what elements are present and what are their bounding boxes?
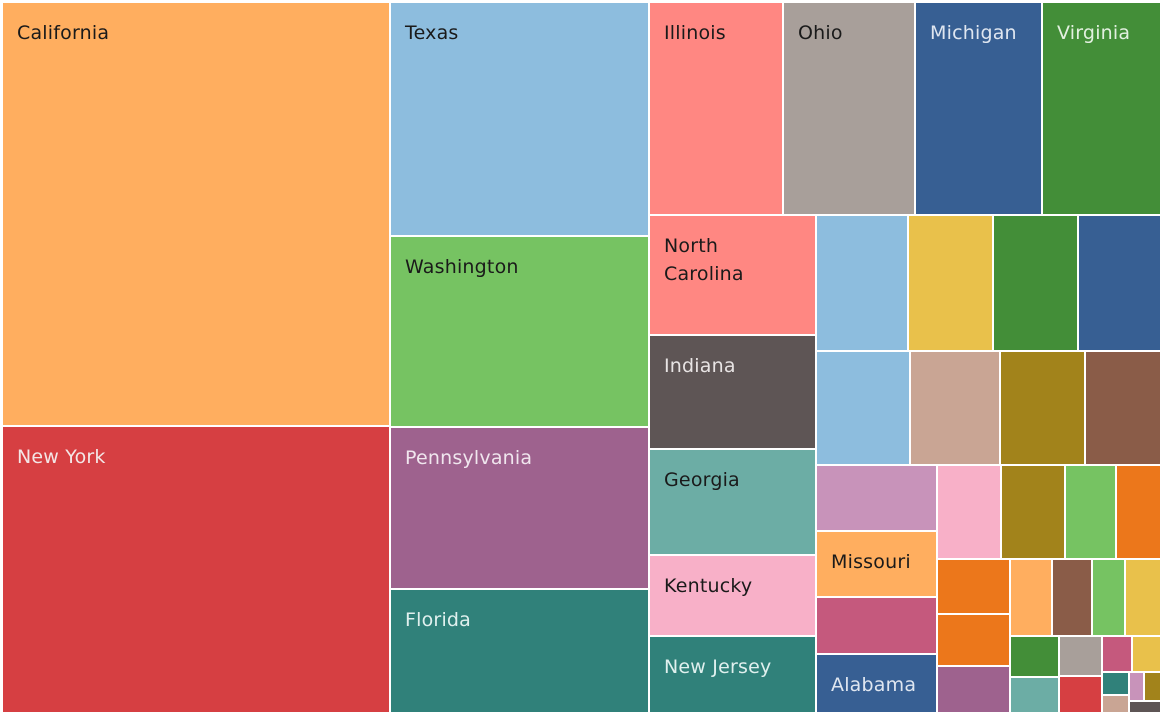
tile-label: Florida [405,609,472,631]
treemap-tile-unlabeled-44[interactable] [1103,673,1128,694]
tile-label: Texas [405,22,459,44]
treemap-tile-virginia[interactable]: Virginia [1043,3,1160,214]
treemap-tile-unlabeled-21[interactable] [1001,352,1084,464]
treemap-tile-unlabeled-37[interactable] [1126,560,1160,635]
tile-label: Kentucky [664,575,753,597]
tile-label: Pennsylvania [405,447,533,469]
treemap-tile-unlabeled-41[interactable] [1060,677,1101,712]
treemap-tile-unlabeled-18[interactable] [1079,216,1160,350]
treemap-tile-unlabeled-31[interactable] [938,560,1009,613]
treemap-tile-ohio[interactable]: Ohio [784,3,914,214]
tile-label: Indiana [664,355,736,377]
treemap-tile-michigan[interactable]: Michigan [916,3,1041,214]
treemap-tile-indiana[interactable]: Indiana [650,336,815,448]
tile-label: Michigan [930,22,1017,44]
tile-label: New York [17,446,106,468]
treemap-tile-unlabeled-30[interactable] [1117,466,1160,558]
tile-label: Virginia [1057,22,1131,44]
tile-label: Washington [405,256,519,278]
treemap-tile-unlabeled-45[interactable] [1103,696,1128,712]
treemap-tile-california[interactable]: California [3,3,389,425]
treemap-tile-unlabeled-15[interactable] [817,216,907,350]
treemap-tile-kentucky[interactable]: Kentucky [650,556,815,635]
treemap-tile-texas[interactable]: Texas [391,3,648,235]
treemap-tile-unlabeled-42[interactable] [1103,637,1131,671]
treemap-tile-georgia[interactable]: Georgia [650,450,815,554]
tile-label: North Carolina [664,235,744,285]
treemap-tile-unlabeled-23[interactable] [817,466,936,530]
treemap-tile-unlabeled-19[interactable] [817,352,909,464]
treemap-tile-new-york[interactable]: New York [3,427,389,712]
treemap-tile-unlabeled-36[interactable] [1093,560,1124,635]
treemap-tile-unlabeled-17[interactable] [994,216,1077,350]
treemap-chart: California New York Texas Washington Pennsyl… [0,0,1162,715]
tile-label: Illinois [664,22,726,44]
treemap-tile-unlabeled-33[interactable] [938,667,1009,712]
treemap-tile-unlabeled-27[interactable] [938,466,1000,558]
treemap-tile-unlabeled-38[interactable] [1011,637,1058,676]
treemap-tile-unlabeled-43[interactable] [1133,637,1160,671]
treemap-tile-unlabeled-25[interactable] [817,598,936,653]
treemap-tile-unlabeled-35[interactable] [1053,560,1091,635]
tile-label: Georgia [664,469,740,491]
treemap-tile-unlabeled-16[interactable] [909,216,992,350]
treemap-tile-unlabeled-39[interactable] [1011,678,1058,712]
treemap-tile-unlabeled-20[interactable] [911,352,999,464]
treemap-tile-unlabeled-48[interactable] [1130,702,1160,712]
treemap-tile-unlabeled-47[interactable] [1145,673,1160,700]
treemap-tile-alabama[interactable]: Alabama [817,655,936,712]
treemap-tile-new-jersey[interactable]: New Jersey [650,637,815,712]
treemap-tile-north-carolina[interactable]: North Carolina [650,216,815,334]
treemap-tile-washington[interactable]: Washington [391,237,648,426]
tile-label: Ohio [798,22,843,44]
treemap-tile-unlabeled-29[interactable] [1066,466,1115,558]
tile-label: California [17,22,110,44]
treemap-tile-unlabeled-46[interactable] [1130,673,1143,700]
treemap-tile-unlabeled-22[interactable] [1086,352,1160,464]
treemap-tile-unlabeled-34[interactable] [1011,560,1051,635]
tile-label: Missouri [831,551,911,573]
treemap-tile-unlabeled-28[interactable] [1002,466,1064,558]
treemap-tile-florida[interactable]: Florida [391,590,648,712]
tile-label: Alabama [831,674,917,696]
tile-label: New Jersey [664,656,772,678]
treemap-tile-illinois[interactable]: Illinois [650,3,782,214]
treemap-tile-unlabeled-40[interactable] [1060,637,1101,675]
treemap-tile-unlabeled-32[interactable] [938,615,1009,665]
treemap-tile-pennsylvania[interactable]: Pennsylvania [391,428,648,588]
treemap-tile-missouri[interactable]: Missouri [817,532,936,596]
